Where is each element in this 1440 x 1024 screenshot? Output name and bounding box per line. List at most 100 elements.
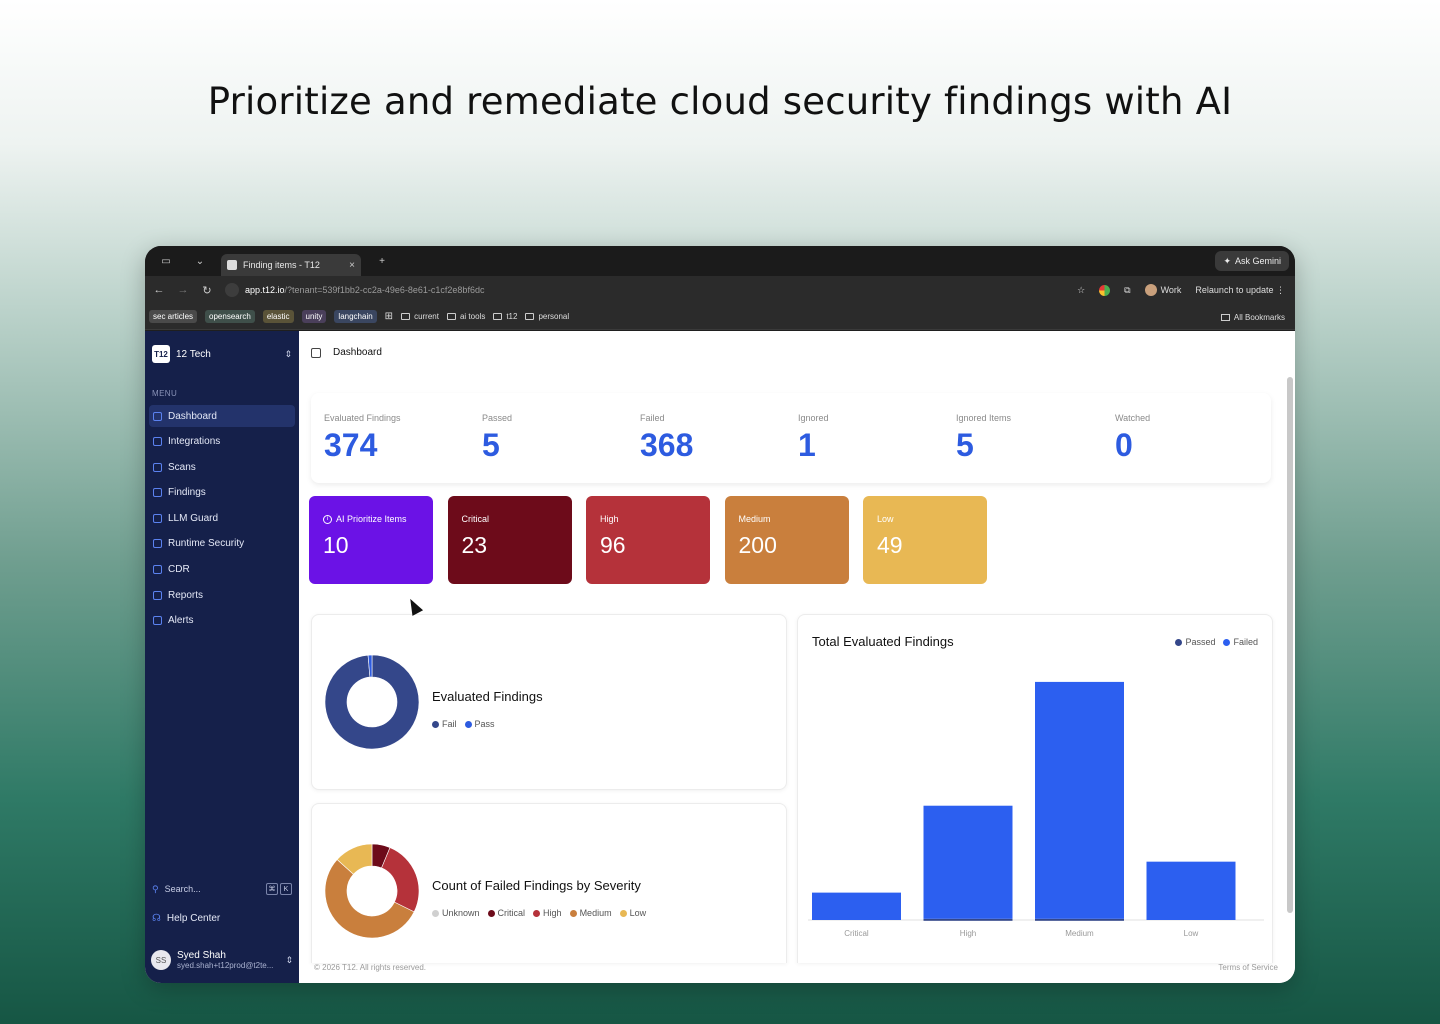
footer: © 2026 T12. All rights reserved. Terms o… (314, 963, 1278, 972)
bookmark-chip[interactable]: sec articles (149, 310, 198, 323)
top-bar: Dashboard (311, 347, 382, 358)
search-shortcut: ⌘ K (266, 883, 292, 895)
back-icon[interactable]: ← (153, 284, 165, 296)
stat-ignored-items: Ignored Items 5 (956, 413, 1011, 464)
severity-label-text: High (600, 514, 619, 524)
url-field[interactable]: app.t12.io/?tenant=539f1bb2-cc2a-49e6-8e… (225, 283, 484, 297)
sidebar: T12 12 Tech ⇕ MENU Dashboard Integrations… (145, 331, 299, 983)
bookmarks-bar: sec articles opensearch elastic unity la… (145, 304, 1295, 330)
bar-high-failed[interactable] (923, 805, 1013, 919)
all-bookmarks-label: All Bookmarks (1233, 312, 1285, 322)
bookmark-chip[interactable]: opensearch (205, 310, 255, 323)
stat-label: Evaluated Findings (324, 413, 401, 423)
sidebar-item-scans[interactable]: Scans (149, 456, 295, 478)
severity-slice-high[interactable] (381, 847, 420, 913)
sparkle-icon: ✦ (1223, 255, 1231, 266)
bookmark-star-icon[interactable]: ☆ (1077, 285, 1085, 296)
stat-failed: Failed 368 (640, 413, 693, 464)
folder-label: t12 (506, 312, 518, 321)
chevron-down-icon[interactable]: ⌄ (187, 252, 213, 270)
sidebar-item-runtime-security[interactable]: Runtime Security (149, 533, 295, 555)
stat-label: Ignored Items (956, 413, 1012, 423)
sidebar-menu: Dashboard Integrations Scans Findings LLM Gu… (149, 405, 295, 635)
bookmark-chip[interactable]: unity (301, 310, 327, 323)
relaunch-button[interactable]: Relaunch to update ⋮ (1195, 285, 1285, 296)
sidebar-item-label: Dashboard (168, 410, 217, 422)
legend-swatch (1175, 639, 1183, 647)
close-tab-icon[interactable]: × (349, 260, 355, 271)
legend-label: High (543, 908, 562, 918)
sidebar-item-label: CDR (168, 564, 190, 576)
severity-card-ai-prioritize-items[interactable]: i AI Prioritize Items 10 (309, 496, 433, 584)
stat-value: 368 (640, 427, 694, 463)
help-center-label: Help Center (166, 913, 221, 924)
severity-card-critical[interactable]: Critical 23 (447, 496, 572, 584)
new-tab-button[interactable]: + (369, 252, 395, 270)
tab-search-icon[interactable]: ▭ (153, 252, 179, 270)
severity-card-medium[interactable]: Medium 200 (724, 496, 849, 584)
tab-strip: ▭ ⌄ Finding items - T12 × + ✦ Ask Gemini (145, 246, 1295, 276)
org-switcher[interactable]: T12 12 Tech ⇕ (152, 343, 292, 365)
x-tick-label: High (960, 929, 976, 938)
sidebar-item-label: LLM Guard (168, 512, 219, 524)
site-info-icon[interactable] (225, 283, 239, 297)
bar-medium-passed[interactable] (1035, 918, 1124, 921)
bookmark-folder-personal[interactable]: personal (525, 312, 569, 321)
legend-swatch (432, 721, 439, 729)
legend-label: Fail (442, 719, 457, 729)
reload-icon[interactable]: ↻ (201, 284, 213, 297)
bookmark-folder-t12[interactable]: t12 (493, 312, 517, 321)
terms-of-service-link[interactable]: Terms of Service (1218, 963, 1278, 972)
sidebar-item-integrations[interactable]: Integrations (149, 431, 295, 453)
severity-card-low[interactable]: Low 49 (863, 496, 987, 584)
extension-icon[interactable] (1099, 284, 1111, 296)
relaunch-label: Relaunch to update (1195, 284, 1274, 295)
apps-grid-icon[interactable]: ⊞ (385, 311, 393, 322)
all-bookmarks-button[interactable]: All Bookmarks (1220, 304, 1285, 330)
sidebar-item-dashboard[interactable]: Dashboard (149, 405, 295, 427)
bar-critical-failed[interactable] (812, 892, 901, 920)
severity-card-high[interactable]: High 96 (586, 496, 710, 584)
profile-button[interactable]: Work (1144, 284, 1181, 296)
bar-low-failed[interactable] (1146, 861, 1236, 920)
help-center-link[interactable]: ☊ Help Center (152, 913, 220, 924)
legend-label: Failed (1233, 637, 1258, 647)
sidebar-item-reports[interactable]: Reports (149, 584, 295, 606)
bookmark-chip[interactable]: elastic (262, 310, 294, 323)
bookmark-chip[interactable]: langchain (334, 310, 377, 323)
ask-gemini-label: Ask Gemini (1234, 256, 1281, 266)
sidebar-item-llm-guard[interactable]: LLM Guard (149, 507, 295, 529)
x-tick-label: Low (1184, 929, 1199, 938)
failed-by-severity-card: Count of Failed Findings by Severity Unk… (311, 803, 787, 963)
legend-label: Unknown (442, 908, 480, 918)
bookmark-folder-ai-tools[interactable]: ai tools (446, 312, 485, 321)
user-menu[interactable]: SS Syed Shah syed.shah+t12prod@t2te... ⇕ (151, 945, 293, 975)
tab-favicon-icon (227, 260, 237, 270)
folder-label: personal (538, 312, 570, 321)
sidebar-item-cdr[interactable]: CDR (149, 559, 295, 581)
severity-value: 200 (738, 532, 777, 558)
sidebar-search[interactable]: ⚲ Search... ⌘ K (152, 883, 292, 895)
browser-tab[interactable]: Finding items - T12 × (221, 254, 361, 276)
severity-label: i AI Prioritize Items (323, 514, 419, 524)
scrollbar[interactable] (1287, 377, 1293, 913)
stat-value: 5 (482, 427, 500, 463)
legend-swatch (619, 910, 627, 918)
bar-high-passed[interactable] (923, 918, 1013, 921)
bookmark-folder-current[interactable]: current (401, 312, 439, 321)
main-content: Dashboard Evaluated Findings 374 Passed 5 Fa… (299, 331, 1295, 983)
forward-icon[interactable]: → (177, 284, 189, 296)
ask-gemini-button[interactable]: ✦ Ask Gemini (1215, 251, 1289, 271)
stat-label: Ignored (798, 413, 829, 423)
failed-by-severity-title: Count of Failed Findings by Severity (432, 878, 641, 893)
legend-swatch (432, 910, 439, 918)
stat-value: 1 (798, 427, 816, 463)
sidebar-item-findings[interactable]: Findings (149, 482, 295, 504)
severity-label-text: Low (877, 514, 894, 524)
severity-label-text: Medium (738, 514, 771, 524)
stat-passed: Passed 5 (482, 413, 512, 464)
bar-medium-failed[interactable] (1035, 681, 1124, 919)
sidebar-item-alerts[interactable]: Alerts (149, 610, 295, 632)
extensions-puzzle-icon[interactable]: ⧉ (1124, 285, 1130, 296)
toggle-sidebar-icon[interactable] (311, 347, 321, 358)
